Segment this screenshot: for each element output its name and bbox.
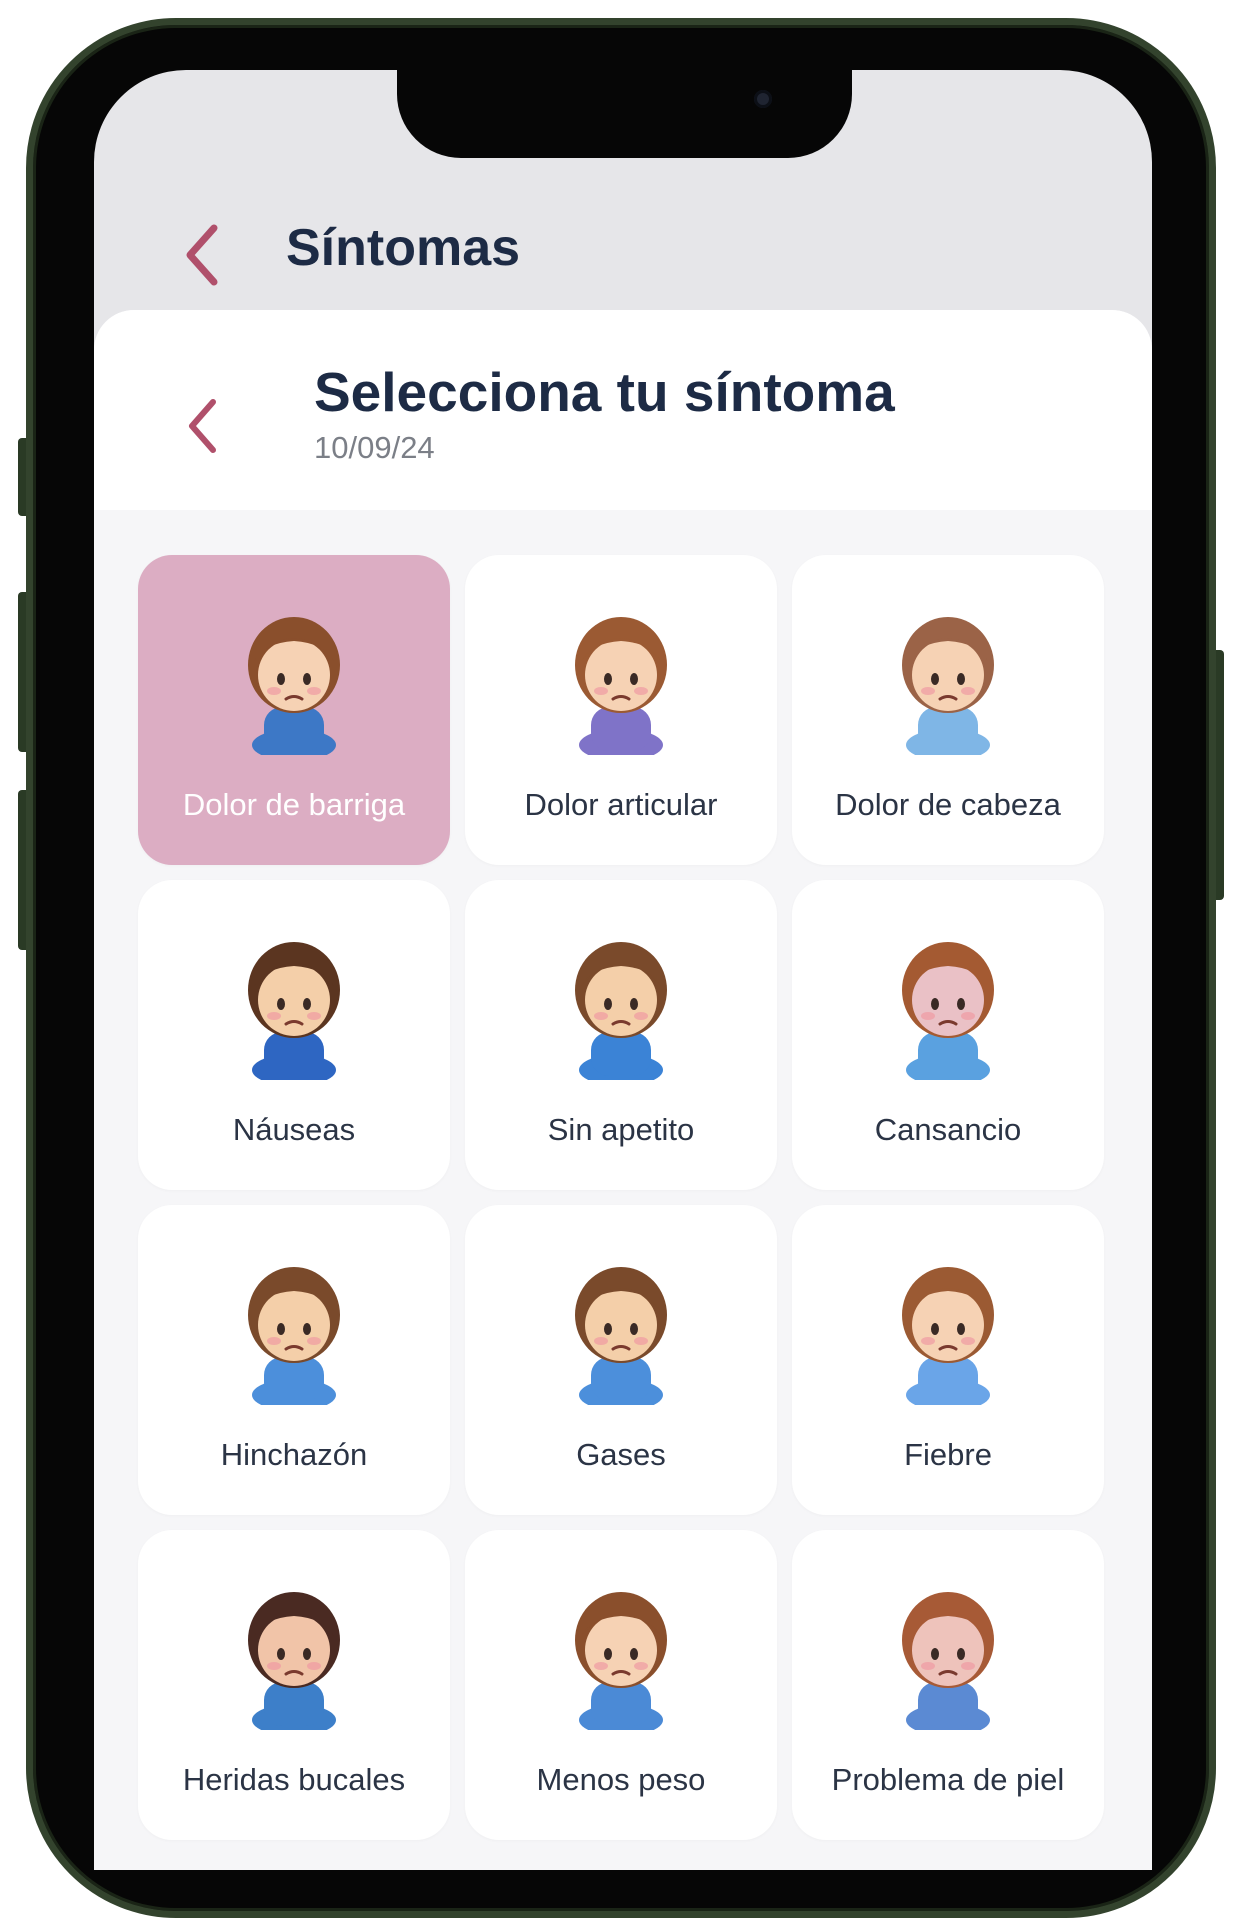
girl-joint-pain-icon (551, 595, 691, 761)
symptom-label: Náuseas (232, 1112, 356, 1147)
boy-nausea-icon (224, 920, 364, 1086)
symptom-label: Dolor de barriga (182, 787, 406, 822)
symptom-card[interactable]: Dolor articular (465, 555, 777, 865)
symptom-label: Dolor de cabeza (835, 787, 1061, 822)
girl-mouth-sores-icon (224, 1570, 364, 1736)
boy-gas-icon (551, 1245, 691, 1411)
symptom-card[interactable]: Heridas bucales (138, 1530, 450, 1840)
symptom-card[interactable]: Menos peso (465, 1530, 777, 1840)
page-title: Síntomas (286, 219, 521, 277)
symptom-label: Dolor articular (524, 787, 718, 822)
boy-tired-icon (878, 920, 1018, 1086)
symptom-card[interactable]: Náuseas (138, 880, 450, 1190)
symptom-label: Problema de piel (831, 1762, 1065, 1797)
girl-stomach-ache-icon (224, 595, 364, 761)
symptom-card[interactable]: Fiebre (792, 1205, 1104, 1515)
symptom-label: Menos peso (536, 1762, 706, 1797)
girl-skin-problem-icon (878, 1570, 1018, 1736)
sheet-date: 10/09/24 (314, 430, 435, 465)
notch (397, 70, 852, 158)
phone-screen: Síntomas Selecciona tu síntoma 10/09/24 … (94, 70, 1152, 1870)
symptom-card[interactable]: Sin apetito (465, 880, 777, 1190)
symptom-label: Heridas bucales (182, 1762, 406, 1797)
boy-bloating-icon (224, 1245, 364, 1411)
symptom-card[interactable]: Problema de piel (792, 1530, 1104, 1840)
girl-fever-icon (878, 1245, 1018, 1411)
sheet-title: Selecciona tu síntoma (314, 361, 895, 423)
symptom-card[interactable]: Cansancio (792, 880, 1104, 1190)
sheet-header: Selecciona tu síntoma 10/09/24 (94, 310, 1152, 510)
front-camera-icon (754, 90, 772, 108)
girl-headache-icon (878, 595, 1018, 761)
symptom-label: Sin apetito (547, 1112, 695, 1147)
symptom-card[interactable]: Dolor de barriga (138, 555, 450, 865)
symptom-label: Cansancio (874, 1112, 1022, 1147)
symptom-label: Gases (576, 1437, 666, 1472)
back-button[interactable] (172, 215, 232, 295)
chevron-left-icon (186, 224, 218, 286)
symptom-card[interactable]: Dolor de cabeza (792, 555, 1104, 865)
girl-weight-loss-icon (551, 1570, 691, 1736)
symptom-card[interactable]: Gases (465, 1205, 777, 1515)
symptom-grid: Dolor de barriga Dolor articular Dolor de … (138, 555, 1108, 1840)
symptom-label: Fiebre (904, 1437, 992, 1472)
symptom-sheet: Selecciona tu síntoma 10/09/24 Dolor de … (94, 310, 1152, 1870)
chevron-left-icon (189, 399, 216, 453)
symptom-label: Hinchazón (220, 1437, 368, 1472)
boy-no-appetite-icon (551, 920, 691, 1086)
symptom-card[interactable]: Hinchazón (138, 1205, 450, 1515)
sheet-back-button[interactable] (180, 390, 224, 462)
